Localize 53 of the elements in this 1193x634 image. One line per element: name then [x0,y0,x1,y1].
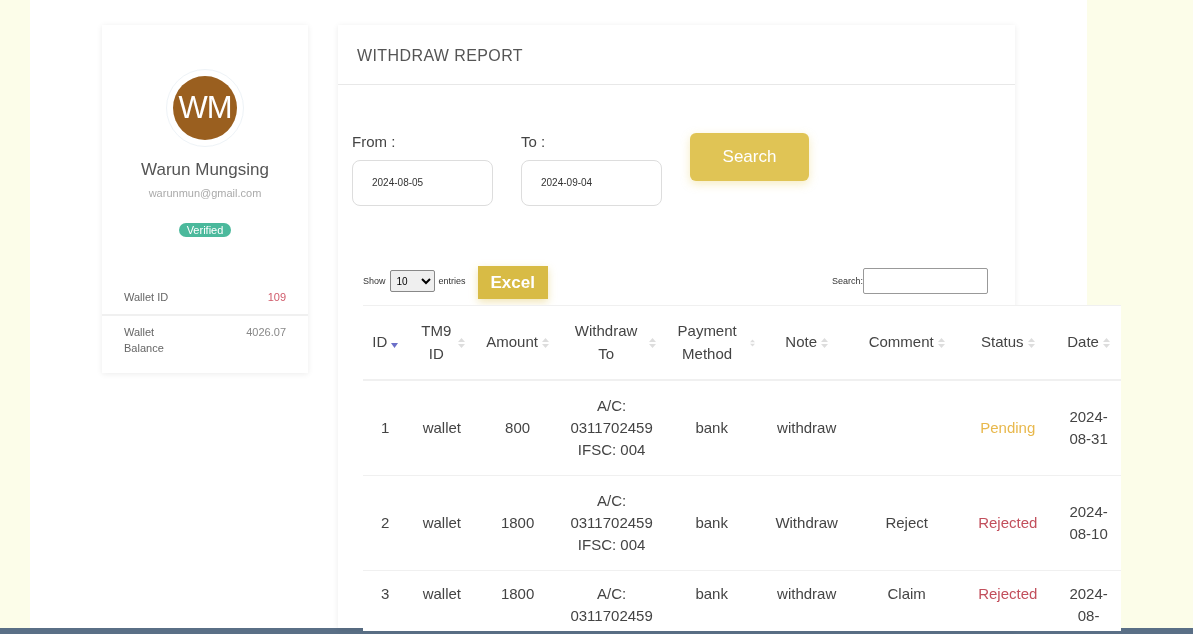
table-cell-text: A/C: 0311702459 IFSC: 004 [569,490,654,555]
table-cell-text: wallet [422,583,461,604]
table-cell-text: 3 [381,583,390,604]
date-field[interactable]: 2024-08-05 [352,159,493,206]
column-header[interactable]: Withdraw To [559,305,665,380]
report-title: WITHDRAW REPORT [338,25,1015,85]
field-value: 109 [267,290,286,305]
table-cell-text: withdraw [777,583,837,604]
status-text: Pending [980,418,1036,436]
table-cell-text: wallet [422,417,461,438]
field-label: Wallet ID [124,290,170,305]
table-cell-text: withdraw [777,417,837,438]
entries-select[interactable]: 10 [389,270,435,293]
field-value: 4026.07 [246,324,286,340]
verified-badge: Verified [178,223,232,237]
table-cell-text: 1800 [500,583,535,604]
user-name: Warun Mungsing [140,159,270,181]
column-header[interactable]: TM9 ID [407,305,477,380]
column-header[interactable]: Comment [854,305,960,380]
show-label: Show [363,274,386,288]
field-label: From : [352,132,397,152]
column-header[interactable]: Note [759,305,855,380]
table-cell-text: 2024-08- [1068,583,1109,626]
table-cell-text: A/C: 0311702459 IFSC: 004 [569,395,654,460]
table-cell-text: bank [695,512,728,533]
date-field[interactable]: 2024-09-04 [521,159,662,206]
table-cell-text: bank [695,583,728,604]
entries-label: entries [438,274,466,288]
table-cell-text: 1 [381,417,390,438]
field-label: To : [521,132,547,152]
table-cell-text: 2024-08-31 [1068,406,1109,449]
table-cell-text: 2024-08-10 [1068,501,1109,544]
column-header[interactable]: Amount [476,305,560,380]
avatar: WM [173,76,237,140]
field-label: Wallet Balance [124,324,165,356]
status-text: Rejected [978,513,1038,531]
table-cell-text: A/C: 0311702459 [569,583,654,626]
table-cell-text: Reject [885,512,928,533]
table-cell-text: Claim [887,583,926,604]
column-header[interactable]: Payment Method [664,305,760,380]
table-cell-text: wallet [422,512,461,533]
column-header[interactable]: Date [1056,305,1121,380]
user-email: warunmun@gmail.com [147,185,263,201]
table-cell-text: bank [695,417,728,438]
search-label: Search: [831,274,863,288]
table-cell-text: 2 [381,512,390,533]
status-text: Rejected [978,584,1038,602]
table-search-field[interactable] [863,268,988,295]
table-cell-text: Withdraw [775,512,838,533]
table-cell-text: 800 [505,417,531,438]
column-header[interactable]: ID [363,305,408,380]
column-header[interactable]: Status [959,305,1057,380]
table-cell-text: 1800 [500,512,535,533]
